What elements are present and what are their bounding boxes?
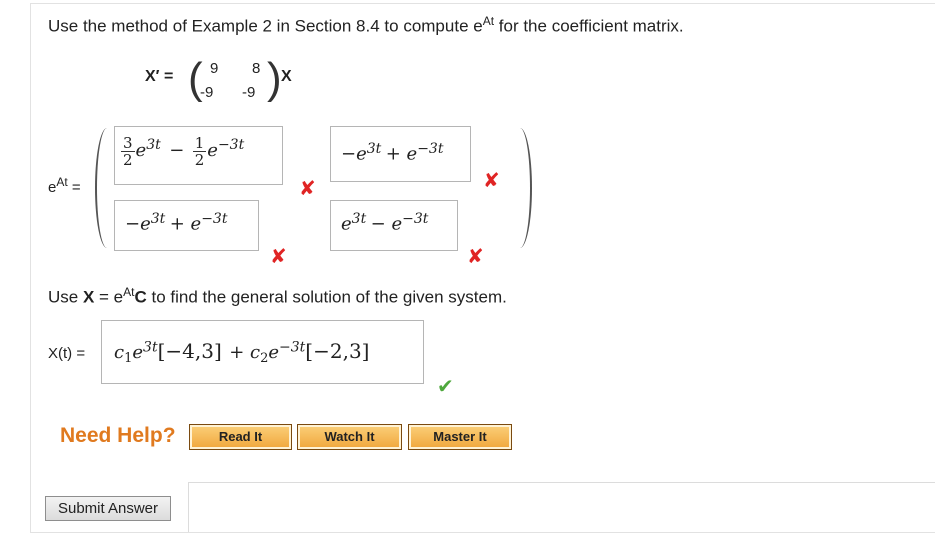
fraction: 32	[121, 134, 135, 169]
watch-it-button[interactable]: Watch It	[297, 424, 402, 450]
divider	[188, 482, 189, 532]
incorrect-mark-icon: ✘	[467, 244, 484, 268]
answer-box-a21[interactable]: −e3t + e−3t	[114, 200, 259, 251]
read-it-button[interactable]: Read It	[189, 424, 292, 450]
solution-answer-box[interactable]: c1e3t[−4,3] + c2e−3t[−2,3]	[101, 320, 424, 384]
general-solution-prompt: Use X = eAtC to find the general solutio…	[48, 285, 507, 307]
matrix-right-paren	[508, 128, 532, 248]
fraction: 12	[192, 134, 207, 169]
incorrect-mark-icon: ✘	[483, 168, 500, 192]
system-rhs: X	[281, 68, 292, 85]
question-prompt: Use the method of Example 2 in Section 8…	[48, 14, 684, 36]
matrix-cell: -9	[242, 84, 256, 101]
eAt-label: eAt =	[48, 175, 81, 196]
master-it-button[interactable]: Master It	[408, 424, 512, 450]
need-help-label: Need Help?	[60, 424, 176, 447]
submit-answer-button[interactable]: Submit Answer	[45, 496, 171, 521]
incorrect-mark-icon: ✘	[270, 244, 287, 268]
incorrect-mark-icon: ✘	[299, 176, 316, 200]
system-lhs: X′ =	[145, 68, 174, 85]
answer-box-a22[interactable]: e3t − e−3t	[330, 200, 458, 251]
correct-check-icon: ✔	[437, 374, 454, 398]
matrix-cell: 8	[252, 60, 261, 77]
answer-box-a12[interactable]: −e3t + e−3t	[330, 126, 471, 182]
answer-box-a11[interactable]: 3 2 e3t − 1 2 e−3t	[114, 126, 283, 185]
divider	[188, 482, 935, 483]
matrix-cell: -9	[200, 84, 214, 101]
matrix-cell: 9	[210, 60, 219, 77]
right-paren: )	[267, 54, 282, 103]
system-equation: X′ = ( 9 8 -9 -9 ) X	[145, 54, 295, 105]
solution-label: X(t) =	[48, 345, 86, 362]
